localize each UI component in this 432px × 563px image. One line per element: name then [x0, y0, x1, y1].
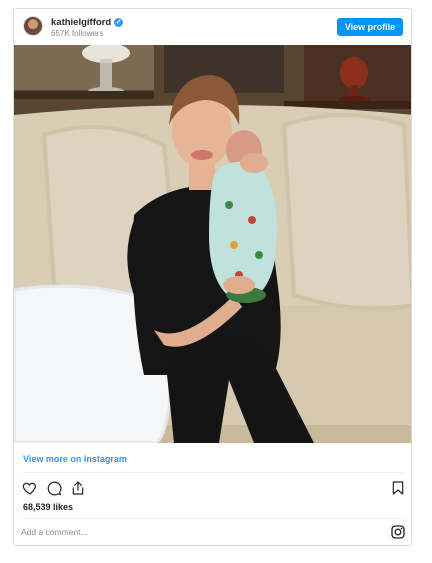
heart-icon[interactable]: [22, 480, 38, 496]
share-icon[interactable]: [70, 480, 86, 496]
post-image[interactable]: [14, 45, 411, 443]
username[interactable]: kathielgifford ✓: [51, 17, 124, 28]
bookmark-icon[interactable]: [390, 480, 406, 496]
divider: [23, 472, 404, 473]
instagram-icon[interactable]: [390, 524, 406, 540]
instagram-embed-card: kathielgifford ✓ 657K followers View prof…: [13, 8, 412, 546]
username-text[interactable]: kathielgifford: [51, 17, 111, 28]
post-header: kathielgifford ✓ 657K followers View prof…: [14, 9, 411, 45]
post-photo-illustration: [14, 45, 411, 443]
verified-badge-icon: ✓: [114, 17, 124, 27]
followers-count: 657K followers: [51, 29, 104, 38]
comment-input[interactable]: [21, 526, 321, 538]
likes-count[interactable]: 68,539 likes: [23, 502, 73, 512]
view-more-on-instagram-link[interactable]: View more on Instagram: [23, 454, 127, 464]
divider: [23, 518, 404, 519]
view-profile-button[interactable]: View profile: [337, 18, 403, 36]
comment-icon[interactable]: [46, 480, 62, 496]
avatar[interactable]: [23, 16, 43, 36]
